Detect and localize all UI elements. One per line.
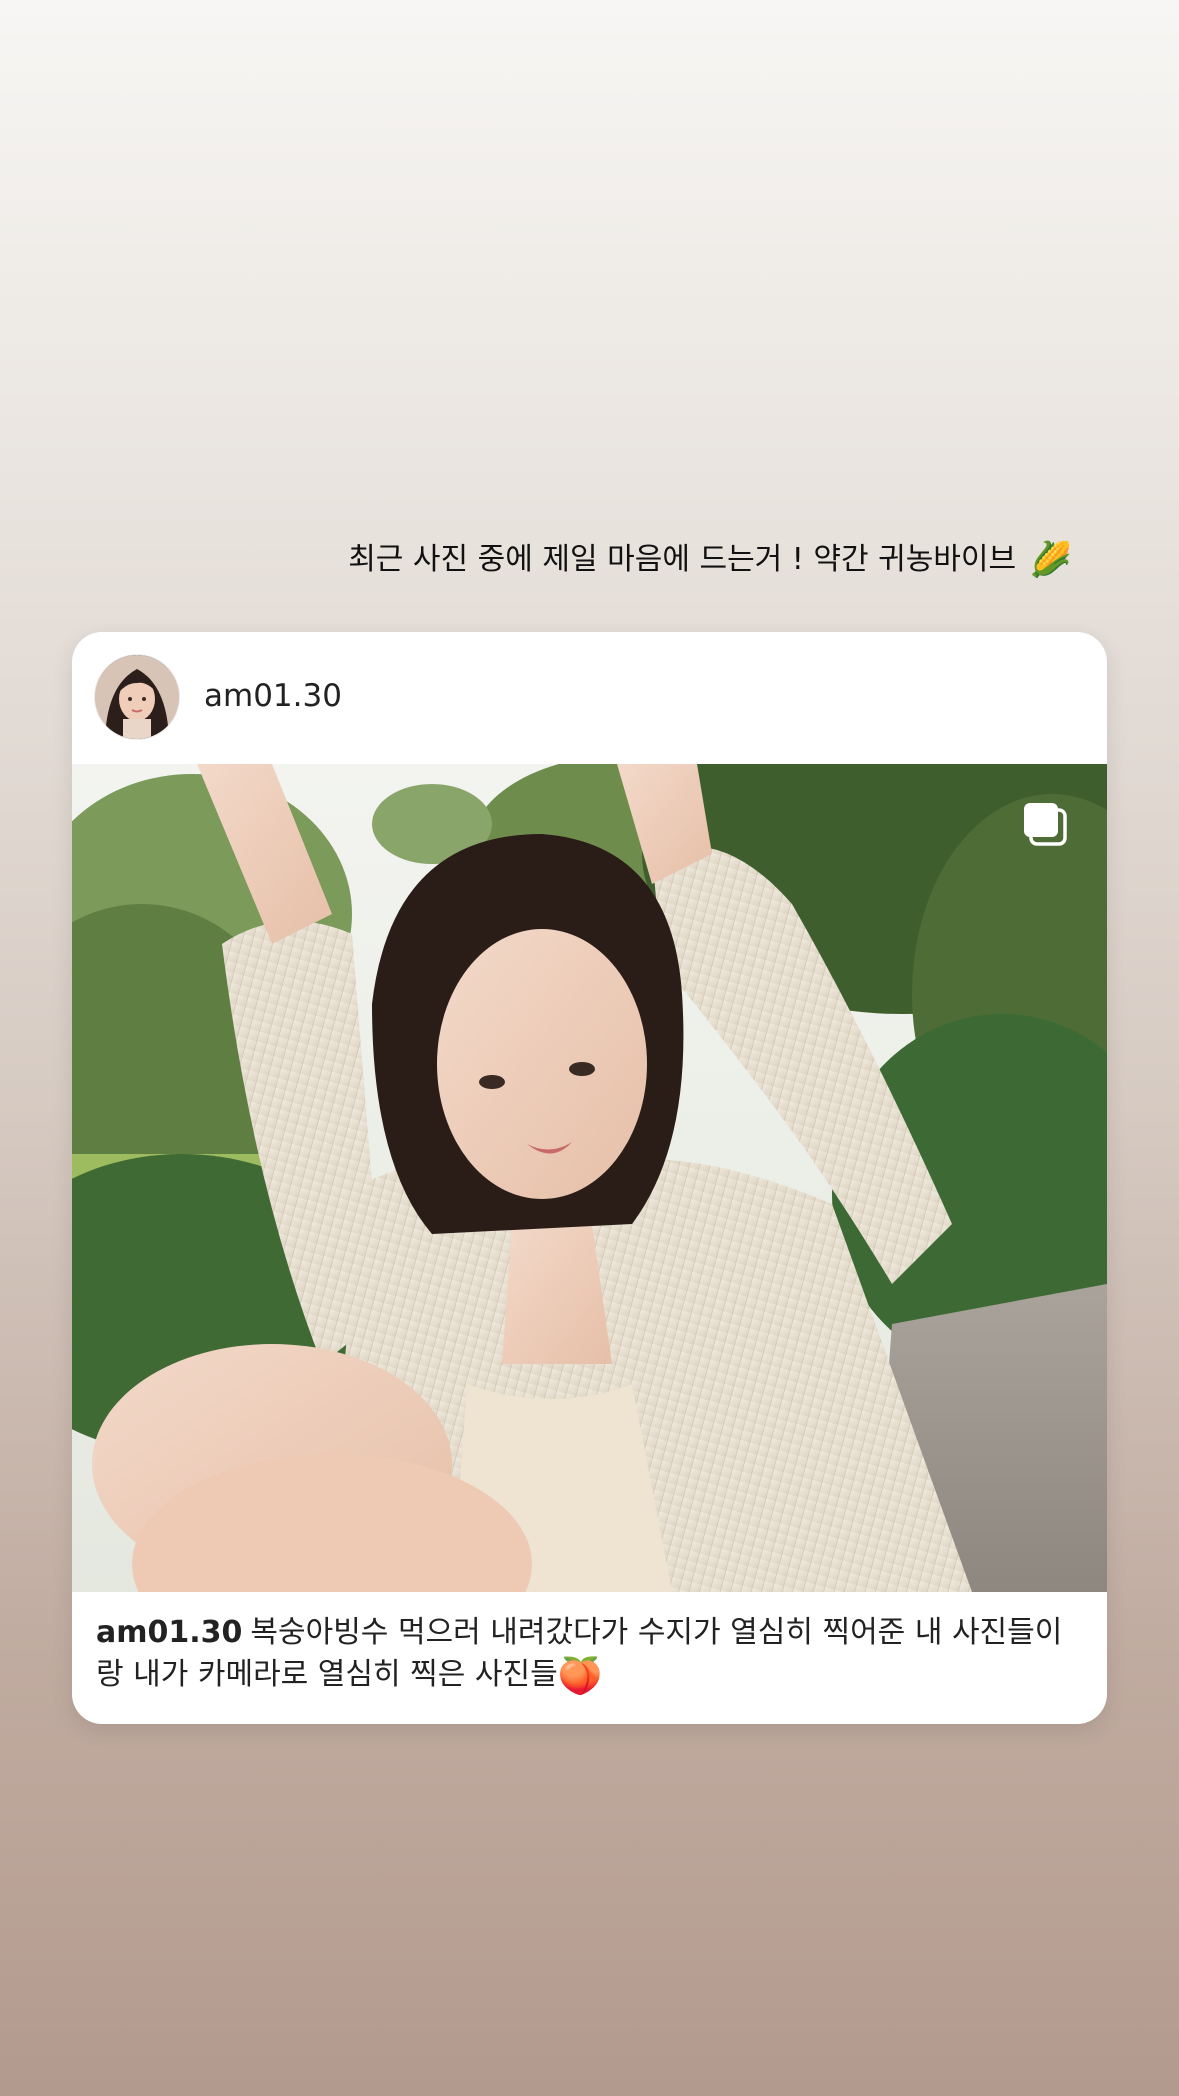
corn-emoji-icon: 🌽 (1029, 540, 1072, 580)
avatar[interactable] (95, 655, 179, 739)
carousel-icon (1024, 803, 1067, 846)
story-text-sticker: 최근 사진 중에 제일 마음에 드는거 ! 약간 귀농바이브 🌽 (0, 538, 1072, 582)
post-caption: am01.30 복숭아빙수 먹으러 내려갔다가 수지가 열심히 찍어준 내 사진들… (96, 1612, 1081, 1698)
caption-username[interactable]: am01.30 (96, 1615, 242, 1650)
post-photo[interactable] (72, 764, 1107, 1592)
peach-emoji-icon: 🍑 (557, 1656, 603, 1697)
post-header[interactable]: am01.30 (72, 632, 1107, 764)
shared-post-card[interactable]: am01.30 am01.30 복숭아빙수 먹으러 내려갔다가 수지가 열심히 … (72, 632, 1107, 1724)
post-username[interactable]: am01.30 (204, 676, 342, 716)
story-text: 최근 사진 중에 제일 마음에 드는거 ! 약간 귀농바이브 (348, 542, 1017, 577)
